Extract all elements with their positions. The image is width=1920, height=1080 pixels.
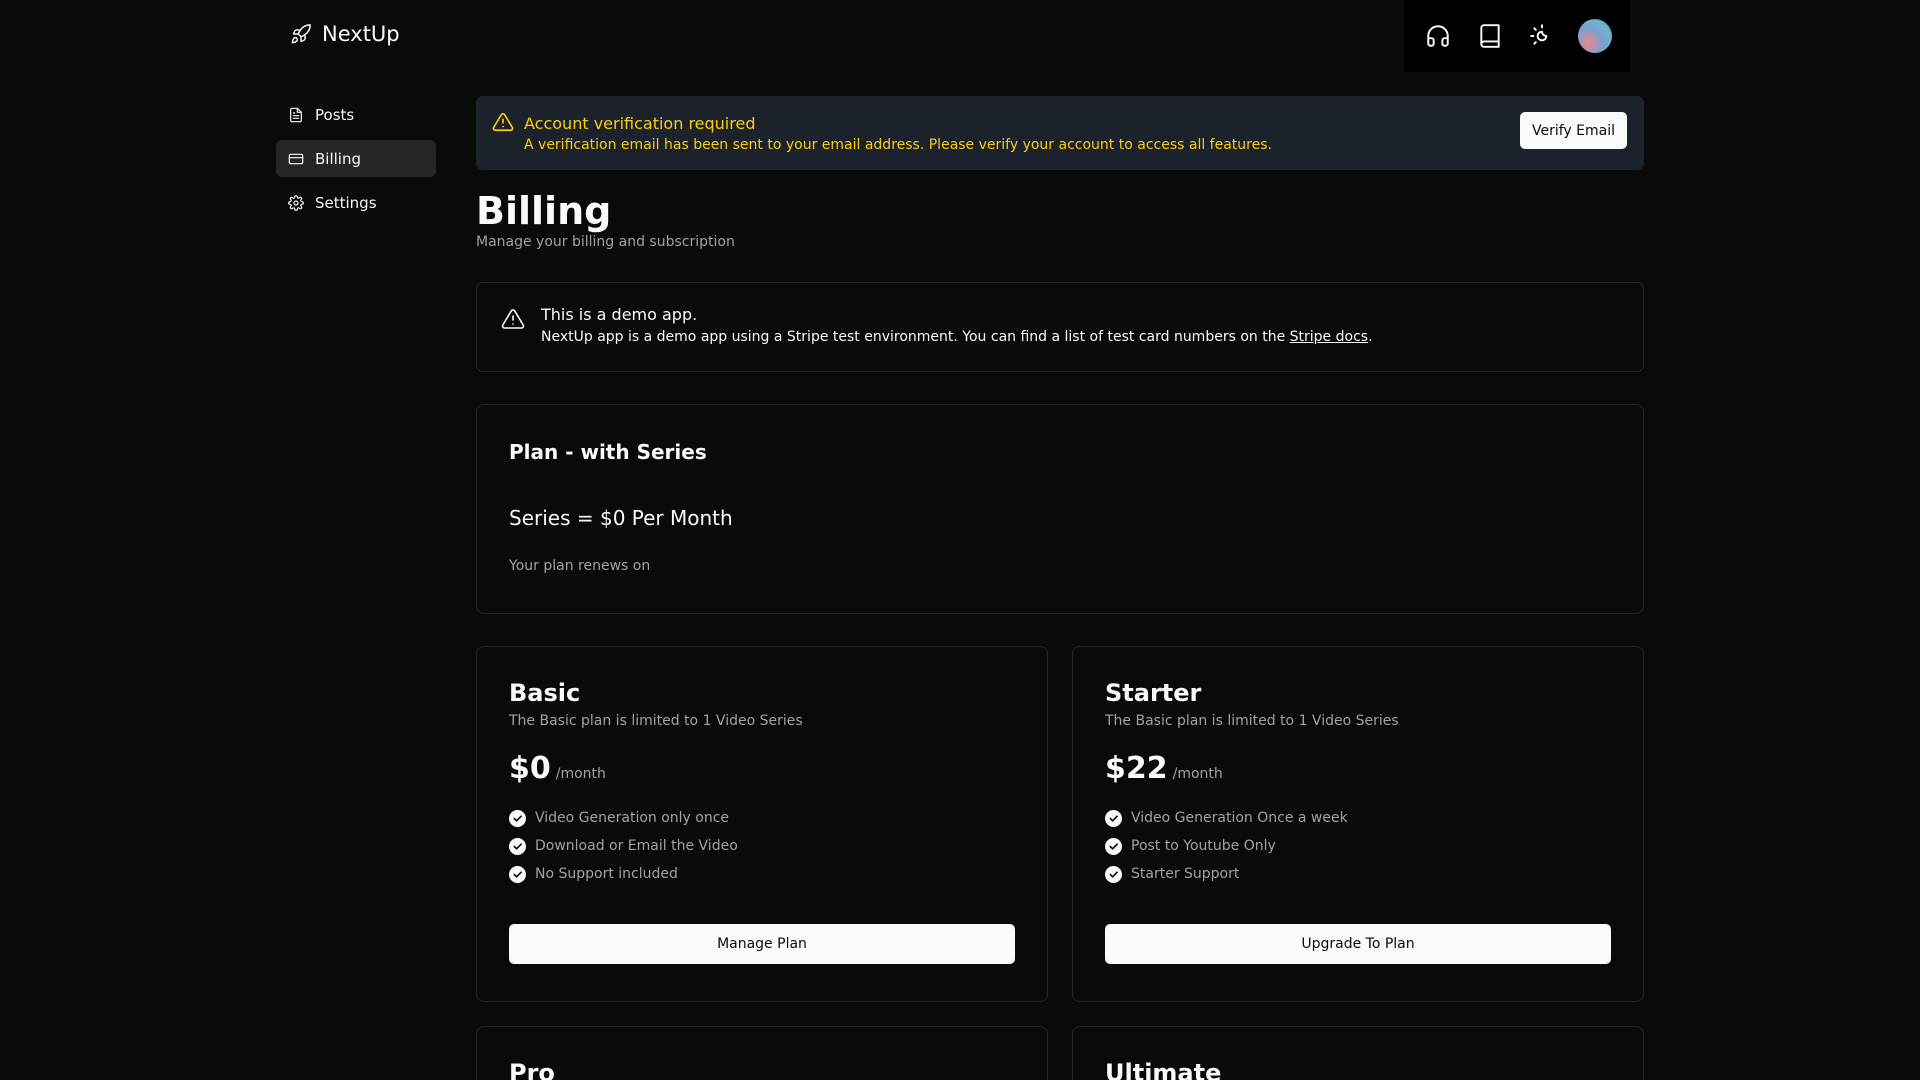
alert-text: Account verification required A verifica… [524,114,1272,153]
feature-item: Post to Youtube Only [1105,832,1611,860]
feature-item: Video Generation Once a week [1105,804,1611,832]
support-button[interactable] [1422,20,1454,52]
theme-toggle-button[interactable] [1526,20,1558,52]
feature-text: Video Generation Once a week [1131,810,1348,826]
plan-description: The Basic plan is limited to 1 Video Ser… [1105,713,1399,729]
sun-moon-icon [1530,24,1548,45]
check-circle-icon [509,837,526,855]
sidebar: Posts Billing Settings [276,96,436,228]
warning-icon [492,112,514,132]
check-circle-icon [1105,837,1122,855]
feature-item: No Support included [509,860,1015,888]
demo-title: This is a demo app. [541,305,698,324]
app-root: NextUp Posts Billing Settings Account ve… [0,0,1920,1080]
price-period: /month [1172,766,1223,782]
stripe-docs-link[interactable]: Stripe docs [1290,329,1368,345]
header-toolbar [1404,0,1630,72]
demo-notice: This is a demo app. NextUp app is a demo… [476,282,1644,372]
upgrade-plan-button[interactable]: Upgrade To Plan [1105,924,1611,964]
plan-description: The Basic plan is limited to 1 Video Ser… [509,713,803,729]
current-plan-card: Plan - with Series Series = $0 Per Month… [476,404,1644,614]
plan-price: $0 /month [509,751,1015,786]
rocket-icon [291,24,311,44]
current-plan-title: Plan - with Series [509,440,707,464]
price-period: /month [555,766,606,782]
current-plan-summary: Series = $0 Per Month [509,506,733,530]
check-circle-icon [509,809,526,827]
file-text-icon [290,107,302,122]
pricing-card-starter: Starter The Basic plan is limited to 1 V… [1072,646,1644,1002]
verification-alert: Account verification required A verifica… [476,96,1644,170]
check-circle-icon [1105,865,1122,883]
sidebar-item-label: Posts [315,105,355,124]
main-content: Account verification required A verifica… [476,96,1644,1080]
credit-card-icon [288,153,304,164]
feature-text: Post to Youtube Only [1131,838,1276,854]
sidebar-item-posts[interactable]: Posts [276,96,436,133]
demo-description: NextUp app is a demo app using a Stripe … [541,329,1373,345]
warning-icon [501,309,525,329]
feature-text: Video Generation only once [535,810,730,826]
demo-text: This is a demo app. NextUp app is a demo… [541,305,1373,345]
feature-item: Video Generation only once [509,804,1015,832]
brand-name: NextUp [322,22,400,46]
manage-plan-button[interactable]: Manage Plan [509,924,1015,964]
pricing-card-ultimate: Ultimate [1072,1026,1644,1080]
pricing-card-pro: Pro [476,1026,1048,1080]
feature-text: Download or Email the Video [535,838,738,854]
feature-item: Download or Email the Video [509,832,1015,860]
check-circle-icon [1105,809,1122,827]
price-amount: $22 [1105,751,1168,786]
check-circle-icon [509,865,526,883]
plan-name: Basic [509,679,581,707]
page-subtitle: Manage your billing and subscription [476,234,735,250]
plan-name: Ultimate [1105,1059,1222,1080]
plan-name: Starter [1105,679,1202,707]
feature-text: No Support included [535,866,678,882]
plan-name: Pro [509,1059,555,1080]
book-icon [1480,24,1500,48]
feature-list: Video Generation only once Download or E… [509,804,1015,888]
alert-title: Account verification required [524,113,756,133]
feature-item: Starter Support [1105,860,1611,888]
page-title: Billing [476,189,612,233]
verify-email-button[interactable]: Verify Email [1519,112,1627,149]
feature-text: Starter Support [1131,866,1240,882]
docs-button[interactable] [1474,20,1506,52]
plan-price: $22 /month [1105,751,1611,786]
sidebar-item-label: Settings [315,193,377,212]
demo-description-suffix: . [1368,329,1373,345]
headphones-icon [1427,25,1449,47]
pricing-grid: Basic The Basic plan is limited to 1 Vid… [476,646,1644,1080]
sidebar-item-billing[interactable]: Billing [276,140,436,177]
feature-list: Video Generation Once a week Post to You… [1105,804,1611,888]
price-amount: $0 [509,751,551,786]
plan-renewal-text: Your plan renews on [509,558,651,574]
gear-icon [288,194,304,211]
pricing-card-basic: Basic The Basic plan is limited to 1 Vid… [476,646,1048,1002]
sidebar-item-settings[interactable]: Settings [276,184,436,221]
sidebar-item-label: Billing [315,149,361,168]
brand[interactable]: NextUp [290,22,400,46]
alert-description: A verification email has been sent to yo… [524,136,1272,153]
user-avatar[interactable] [1578,19,1612,53]
demo-description-text: NextUp app is a demo app using a Stripe … [541,329,1290,345]
